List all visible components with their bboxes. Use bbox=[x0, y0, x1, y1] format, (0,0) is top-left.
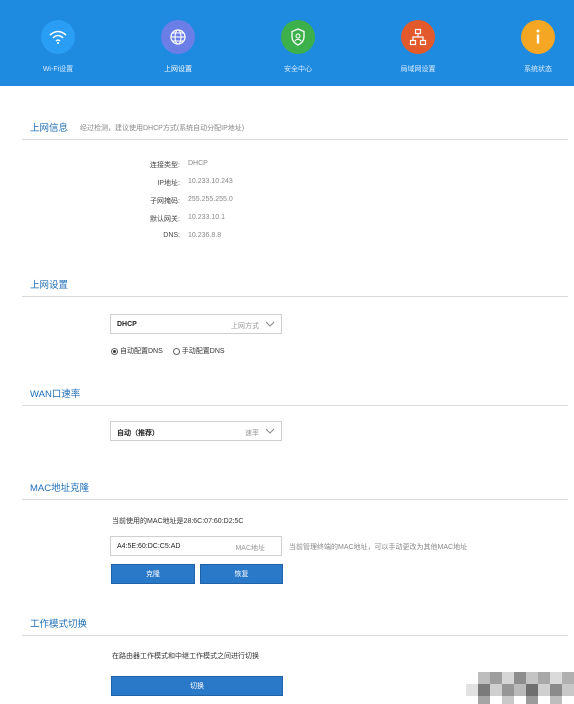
nav-label-security: 安全中心 bbox=[284, 66, 312, 73]
nav-item-lan-settings[interactable]: 局域网设置 bbox=[378, 20, 458, 74]
nav-label-lan: 局域网设置 bbox=[400, 66, 436, 73]
chevron-down-icon bbox=[265, 428, 275, 434]
info-row-subnet-mask: 子网掩码: 255.255.255.0 bbox=[100, 196, 300, 210]
info-icon bbox=[521, 20, 555, 54]
section-title-internet-info: 上网信息 bbox=[30, 123, 69, 134]
shield-icon bbox=[281, 20, 315, 54]
info-value: 255.255.255.0 bbox=[188, 196, 233, 203]
select-hint: 速率 bbox=[245, 430, 259, 437]
divider bbox=[22, 405, 568, 406]
internet-info-note: 经过检测，建议使用DHCP方式(系统自动分配IP地址) bbox=[80, 125, 245, 132]
select-value: DHCP bbox=[117, 321, 137, 328]
restore-button[interactable]: 恢复 bbox=[200, 564, 283, 584]
clone-button[interactable]: 克隆 bbox=[111, 564, 195, 584]
divider bbox=[22, 296, 568, 297]
wifi-icon bbox=[41, 20, 75, 54]
info-row-ip-address: IP地址: 10.233.10.243 bbox=[100, 178, 300, 192]
divider bbox=[22, 499, 568, 500]
info-value: 10.236.8.8 bbox=[188, 232, 222, 239]
info-label: 连接类型: bbox=[150, 162, 180, 169]
section-title-work-mode: 工作模式切换 bbox=[30, 619, 88, 630]
nav-item-security-center[interactable]: 安全中心 bbox=[258, 20, 338, 74]
info-label: IP地址: bbox=[157, 180, 180, 187]
info-label: DNS: bbox=[163, 232, 180, 239]
internet-mode-select[interactable]: DHCP 上网方式 bbox=[110, 314, 282, 334]
nav-label-wifi: Wi-Fi设置 bbox=[42, 66, 74, 73]
info-label: 子网掩码: bbox=[150, 198, 180, 205]
info-value: 10.233.10.243 bbox=[188, 178, 233, 185]
divider bbox=[22, 635, 568, 636]
section-title-mac-clone: MAC地址克隆 bbox=[30, 483, 90, 494]
globe-icon bbox=[161, 20, 195, 54]
dns-manual-radio[interactable]: 手动配置DNS bbox=[172, 346, 225, 356]
select-value: 自动（推荐） bbox=[117, 430, 159, 437]
divider bbox=[22, 139, 568, 140]
section-title-wan-speed: WAN口速率 bbox=[30, 389, 81, 400]
work-mode-description: 在路由器工作模式和中继工作模式之间进行切换 bbox=[112, 653, 259, 660]
info-value: 10.233.10.1 bbox=[188, 214, 225, 221]
switch-mode-button[interactable]: 切换 bbox=[111, 676, 283, 696]
info-row-connection-type: 连接类型: DHCP bbox=[100, 160, 300, 174]
nav-label-status: 系统状态 bbox=[524, 66, 552, 73]
select-hint: 上网方式 bbox=[231, 323, 259, 330]
mac-side-hint: 当前管理终端的MAC地址，可以手动更改为其他MAC地址 bbox=[289, 544, 468, 551]
nav-item-internet-settings[interactable]: 上网设置 bbox=[138, 20, 218, 140]
radio-label: 手动配置DNS bbox=[181, 348, 225, 355]
nav-item-wifi-settings[interactable]: Wi-Fi设置 bbox=[18, 20, 98, 74]
radio-unchecked-icon bbox=[172, 347, 180, 355]
info-value: DHCP bbox=[188, 160, 208, 167]
chevron-down-icon bbox=[265, 321, 275, 327]
top-nav-bar: Wi-Fi设置 上网设置 安全中心 局域网设置 系统状态 bbox=[0, 0, 574, 140]
wan-speed-select[interactable]: 自动（推荐） 速率 bbox=[110, 421, 282, 441]
input-value: A4:5E:60:DC:C5:AD bbox=[117, 543, 181, 550]
radio-label: 自动配置DNS bbox=[120, 348, 163, 355]
current-mac-text: 当前使用的MAC地址是28:6C:07:60:D2:5C bbox=[112, 518, 244, 525]
section-title-internet-settings: 上网设置 bbox=[30, 280, 69, 291]
dns-radio-group: 自动配置DNS 手动配置DNS bbox=[111, 346, 225, 356]
dns-auto-radio[interactable]: 自动配置DNS bbox=[111, 346, 163, 356]
nav-item-system-status[interactable]: 系统状态 bbox=[498, 20, 574, 74]
watermark-mosaic bbox=[466, 668, 574, 704]
radio-checked-icon bbox=[111, 347, 118, 355]
mac-address-input[interactable]: A4:5E:60:DC:C5:AD MAC地址 bbox=[110, 536, 282, 556]
nav-label-internet: 上网设置 bbox=[164, 66, 192, 73]
input-hint: MAC地址 bbox=[235, 545, 265, 552]
info-row-dns: DNS: 10.236.8.8 bbox=[100, 232, 300, 246]
info-label: 默认网关: bbox=[150, 216, 180, 223]
info-row-default-gateway: 默认网关: 10.233.10.1 bbox=[100, 214, 300, 228]
network-icon bbox=[401, 20, 435, 54]
